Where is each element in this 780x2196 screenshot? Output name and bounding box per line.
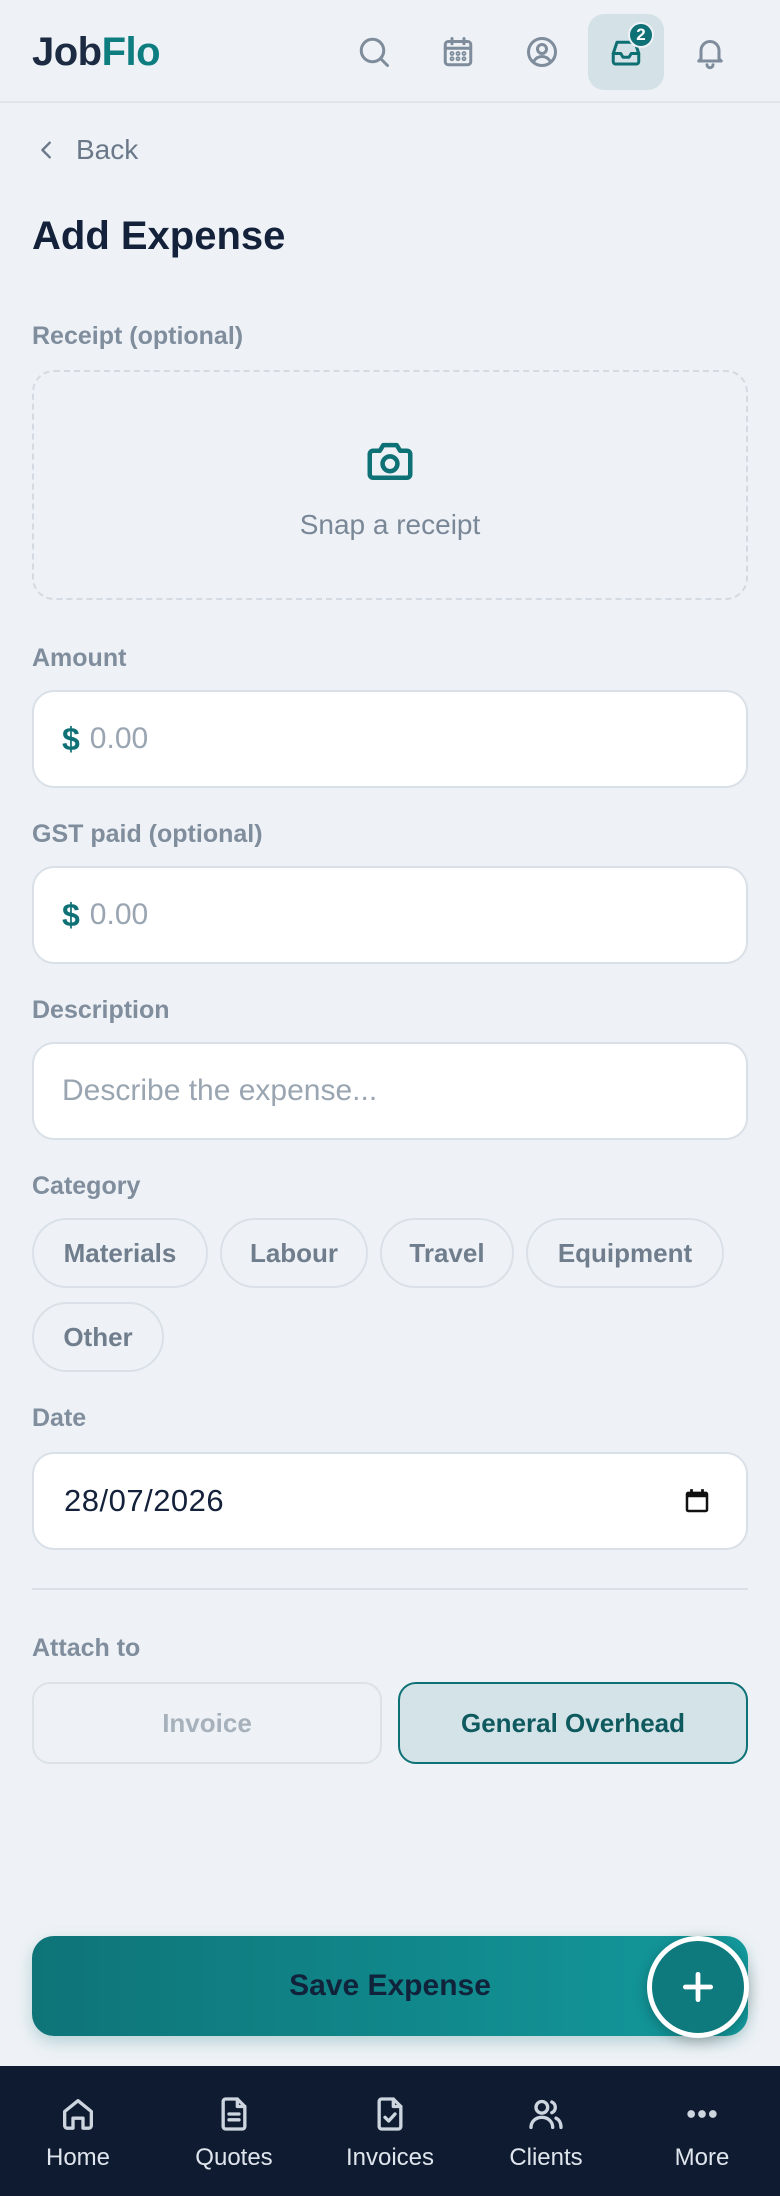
save-expense-button[interactable]: Save Expense: [32, 1936, 748, 2036]
section-divider: [32, 1588, 748, 1590]
category-chip-materials[interactable]: Materials: [32, 1218, 208, 1288]
add-fab-button[interactable]: [647, 1936, 749, 2038]
description-input[interactable]: [62, 1074, 722, 1108]
nav-item-more[interactable]: More: [624, 2066, 780, 2196]
date-value[interactable]: 28/07/2026: [64, 1483, 224, 1519]
nav-item-invoices[interactable]: Invoices: [312, 2066, 468, 2196]
currency-symbol: $: [62, 896, 80, 933]
inbox-button[interactable]: 2: [588, 14, 664, 90]
nav-item-clients[interactable]: Clients: [468, 2066, 624, 2196]
gst-input[interactable]: [89, 898, 690, 932]
nav-label-clients: Clients: [509, 2144, 583, 2171]
category-chip-travel[interactable]: Travel: [380, 1218, 514, 1288]
logo-text-job: Job: [32, 30, 102, 74]
logo-text-flo: Flo: [101, 30, 161, 74]
receipt-prompt: Snap a receipt: [299, 509, 481, 540]
profile-button[interactable]: [504, 14, 580, 90]
more-icon: [687, 2110, 717, 2118]
description-label: Description: [32, 996, 170, 1024]
calendar-picker-icon[interactable]: [682, 1486, 712, 1516]
notifications-button[interactable]: [672, 14, 748, 90]
date-label: Date: [32, 1404, 87, 1432]
save-expense-label: Save Expense: [289, 1969, 491, 2002]
nav-label-quotes: Quotes: [195, 2144, 273, 2171]
search-icon: [359, 37, 389, 67]
category-chip-labour[interactable]: Labour: [220, 1218, 368, 1288]
receipt-upload-area[interactable]: Snap a receipt: [32, 370, 748, 600]
attach-label: Attach to: [32, 1634, 141, 1662]
page-title: Add Expense: [32, 214, 286, 258]
users-icon: [529, 2099, 563, 2129]
attach-option-general-overhead[interactable]: General Overhead: [398, 1682, 748, 1764]
receipt-label: Receipt (optional): [32, 322, 244, 350]
nav-item-home[interactable]: Home: [0, 2066, 156, 2196]
date-field[interactable]: 28/07/2026: [32, 1452, 748, 1550]
calendar-icon: [443, 37, 473, 67]
back-link[interactable]: Back: [36, 130, 138, 170]
nav-item-quotes[interactable]: Quotes: [156, 2066, 312, 2196]
amount-input[interactable]: [89, 722, 690, 756]
plus-icon: [682, 1971, 714, 2003]
inbox-badge: 2: [628, 22, 654, 48]
app-header: JobFlo 2: [0, 0, 780, 103]
user-circle-icon: [527, 37, 557, 67]
description-field[interactable]: [32, 1042, 748, 1140]
currency-symbol: $: [62, 720, 80, 757]
category-chip-equipment[interactable]: Equipment: [526, 1218, 724, 1288]
nav-label-invoices: Invoices: [345, 2144, 435, 2171]
gst-label: GST paid (optional): [32, 820, 263, 848]
bell-icon: [697, 40, 723, 70]
back-label: Back: [76, 134, 139, 165]
chevron-left-icon: [41, 141, 51, 159]
document-check-icon: [377, 2097, 403, 2131]
category-label: Category: [32, 1172, 141, 1200]
search-button[interactable]: [336, 14, 412, 90]
nav-label-more: More: [674, 2144, 730, 2171]
nav-label-home: Home: [45, 2144, 111, 2171]
attach-option-invoice[interactable]: Invoice: [32, 1682, 382, 1764]
amount-field[interactable]: $: [32, 690, 748, 788]
bottom-nav: Home Quotes Invoices Clients More: [0, 2066, 780, 2196]
gst-field[interactable]: $: [32, 866, 748, 964]
document-icon: [221, 2097, 247, 2131]
category-chip-other[interactable]: Other: [32, 1302, 164, 1372]
calendar-button[interactable]: [420, 14, 496, 90]
camera-icon: [367, 442, 413, 480]
amount-label: Amount: [32, 644, 127, 672]
home-icon: [63, 2099, 94, 2130]
app-logo[interactable]: JobFlo: [32, 30, 161, 75]
